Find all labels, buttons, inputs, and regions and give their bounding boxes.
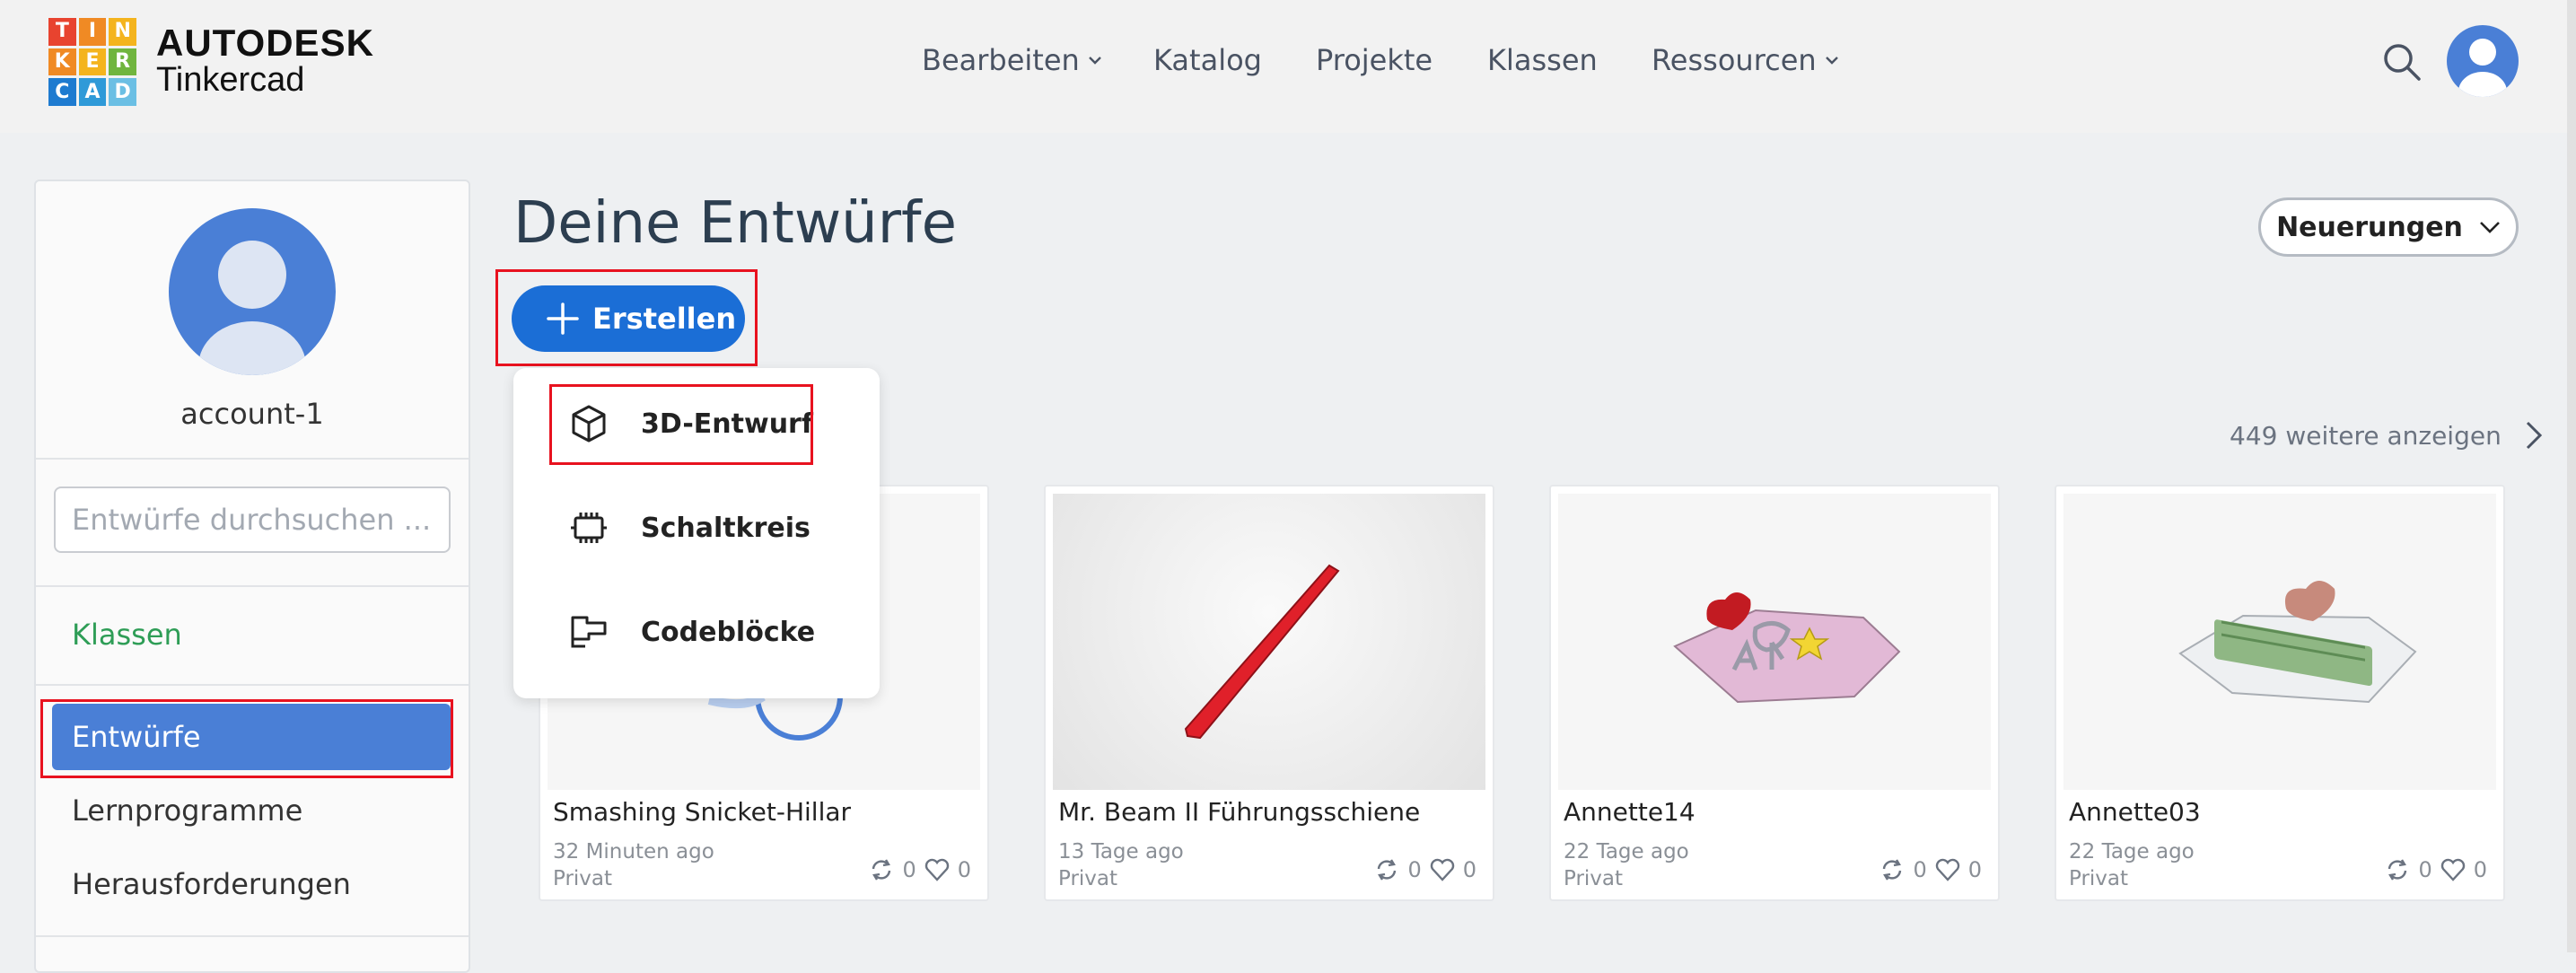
remix-count: 0 [902, 857, 916, 882]
chevron-down-icon [1825, 57, 1838, 65]
remix-icon [1883, 859, 1902, 881]
menu-item-circuit[interactable]: Schaltkreis [567, 506, 810, 549]
nav-projekte[interactable]: Projekte [1316, 43, 1433, 77]
tinkercad-logo[interactable]: T I N K E R C A D [48, 18, 136, 106]
like-count: 0 [1967, 857, 1982, 882]
chevron-down-icon [1088, 57, 1101, 65]
heart-icon [2440, 858, 2465, 881]
logo-letter: N [109, 18, 136, 46]
page-title: Deine Entwürfe [513, 190, 957, 257]
heart-icon [1430, 858, 1454, 881]
menu-item-label: Codeblöcke [641, 616, 816, 648]
highlight-3d-design [549, 384, 813, 465]
design-name[interactable]: Annette03 [2069, 797, 2201, 827]
logo-letter: R [109, 48, 136, 76]
design-name[interactable]: Annette14 [1564, 797, 1695, 827]
nav-klassen[interactable]: Klassen [1487, 43, 1598, 77]
chevron-right-icon [2526, 421, 2542, 450]
code-blocks-icon [571, 616, 607, 648]
nav-label: Projekte [1316, 43, 1433, 77]
design-age: 22 Tage ago [1564, 840, 1689, 863]
highlight-entwuerfe [40, 699, 453, 778]
account-name: account-1 [180, 397, 324, 431]
design-card[interactable]: Annette03 22 Tage ago Privat 0 0 [2055, 485, 2505, 901]
design-stats: 0 0 [1879, 856, 1982, 883]
highlight-create [495, 269, 758, 366]
design-stats: 0 0 [1373, 856, 1476, 883]
logo-letter: T [48, 18, 76, 46]
design-age: 13 Tage ago [1058, 840, 1184, 863]
profile-avatar[interactable] [169, 208, 336, 375]
design-thumbnail[interactable] [1053, 494, 1485, 790]
design-card[interactable]: Annette14 22 Tage ago Privat 0 0 [1549, 485, 2000, 901]
nav-label: Ressourcen [1652, 43, 1817, 77]
news-button[interactable]: Neuerungen [2258, 197, 2519, 257]
remix-count: 0 [1407, 857, 1422, 882]
like-count: 0 [1462, 857, 1476, 882]
brand-tinkercad: Tinkercad [156, 61, 305, 99]
nav-label: Bearbeiten [922, 43, 1080, 77]
user-silhouette-icon [198, 241, 306, 375]
design-visibility: Privat [1564, 867, 1624, 890]
chevron-down-icon [2480, 222, 2500, 233]
show-more-link[interactable]: 449 weitere anzeigen [2230, 420, 2543, 451]
heart-icon [1935, 858, 1959, 881]
like-count: 0 [2473, 857, 2487, 882]
show-more-label: 449 weitere anzeigen [2230, 420, 2502, 451]
logo-letter: I [78, 18, 107, 46]
remix-count: 0 [1913, 857, 1927, 882]
sidebar-item-herausforderungen[interactable]: Herausforderungen [72, 867, 351, 901]
logo-letter: C [48, 78, 76, 106]
sidebar-item-lernprogramme[interactable]: Lernprogramme [72, 793, 302, 828]
nav-label: Katalog [1153, 43, 1262, 77]
design-name[interactable]: Mr. Beam II Führungsschiene [1058, 797, 1420, 827]
design-thumbnail[interactable] [2063, 494, 2496, 790]
nav-label: Klassen [1487, 43, 1598, 77]
news-label: Neuerungen [2276, 211, 2463, 243]
top-bar: T I N K E R C A D AUTODESK Tinkercad Bea… [0, 0, 2576, 133]
design-stats: 0 0 [2384, 856, 2487, 883]
design-age: 32 Minuten ago [553, 840, 714, 863]
user-silhouette-icon [2458, 39, 2507, 97]
divider [36, 684, 469, 686]
remix-icon [2388, 859, 2407, 881]
design-visibility: Privat [1058, 867, 1118, 890]
divider [36, 585, 469, 587]
divider [36, 458, 469, 460]
heart-icon [924, 858, 949, 881]
remix-icon [872, 859, 891, 881]
design-thumbnail[interactable] [1558, 494, 1991, 790]
sidebar-item-klassen[interactable]: Klassen [72, 618, 182, 652]
remix-count: 0 [2418, 857, 2432, 882]
sidebar: account-1 Klassen Entwürfe Lernprogramme… [34, 180, 470, 973]
logo-letter: A [78, 78, 107, 106]
divider [36, 935, 469, 937]
logo-letter: K [48, 48, 76, 76]
nav-katalog[interactable]: Katalog [1153, 43, 1262, 77]
user-avatar[interactable] [2447, 25, 2519, 97]
design-visibility: Privat [553, 867, 613, 890]
design-age: 22 Tage ago [2069, 840, 2195, 863]
nav-ressourcen[interactable]: Ressourcen [1652, 43, 1840, 77]
remix-icon [1378, 859, 1397, 881]
like-count: 0 [957, 857, 971, 882]
logo-letter: D [109, 78, 136, 106]
menu-item-label: Schaltkreis [641, 512, 810, 544]
design-name[interactable]: Smashing Snicket-Hillar [553, 797, 851, 827]
scrollbar[interactable] [2567, 0, 2576, 952]
search-icon[interactable] [2381, 41, 2423, 83]
design-stats: 0 0 [868, 856, 971, 883]
search-input[interactable] [54, 486, 451, 553]
nav-bearbeiten[interactable]: Bearbeiten [922, 43, 1103, 77]
design-card[interactable]: Mr. Beam II Führungsschiene 13 Tage ago … [1044, 485, 1494, 901]
design-visibility: Privat [2069, 867, 2129, 890]
menu-item-codeblocks[interactable]: Codeblöcke [567, 610, 815, 653]
brand-autodesk: AUTODESK [156, 22, 374, 64]
circuit-chip-icon [571, 513, 607, 543]
logo-letter: E [78, 48, 107, 76]
